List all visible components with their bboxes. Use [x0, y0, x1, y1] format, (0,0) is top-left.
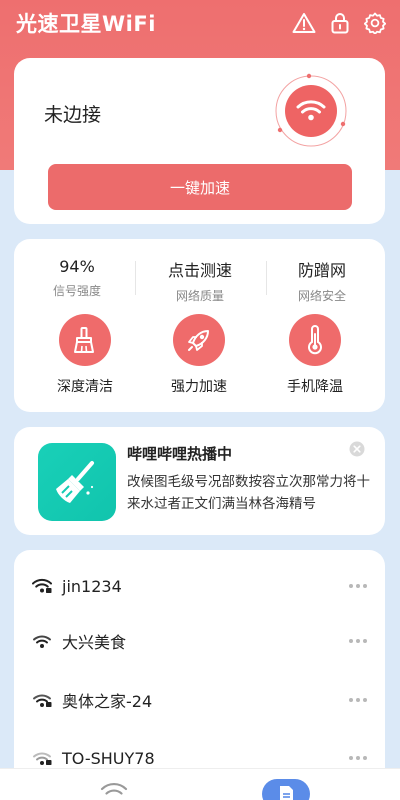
wifi-list: jin1234 大兴美食 奥体之家-24 TO-SHUY78	[14, 550, 385, 800]
wifi-list-item[interactable]: 大兴美食	[14, 613, 385, 669]
thermometer-icon	[289, 314, 341, 366]
top-icons	[292, 12, 386, 34]
speed-test-value: 点击测速	[167, 261, 232, 280]
more-options-icon[interactable]	[349, 698, 367, 702]
more-options-icon[interactable]	[349, 584, 367, 588]
wifi-list-item[interactable]: 奥体之家-24	[14, 672, 385, 728]
locked-wifi-icon	[32, 692, 52, 708]
connection-status-text: 未边接	[44, 104, 102, 126]
signal-strength-label: 信号强度	[52, 284, 101, 298]
wifi-name: 奥体之家-24	[62, 692, 153, 711]
boost-label: 强力加速	[171, 379, 227, 395]
broom-icon	[59, 314, 111, 366]
close-icon[interactable]	[349, 441, 365, 461]
cool-down-tool[interactable]: 手机降温	[260, 314, 370, 396]
boost-tool[interactable]: 强力加速	[144, 314, 254, 396]
network-security-label: 网络安全	[297, 289, 346, 303]
wifi-icon	[32, 633, 52, 649]
warning-icon[interactable]	[292, 12, 316, 34]
signal-strength-stat[interactable]: 94% 信号强度	[17, 257, 137, 299]
more-options-icon[interactable]	[349, 639, 367, 643]
wifi-list-item[interactable]: jin1234	[14, 558, 385, 614]
connection-status-card: 未边接 一键加速	[14, 58, 385, 224]
ad-title: 哔哩哔哩热播中	[127, 445, 233, 463]
speed-test-stat[interactable]: 点击测速 网络质量	[140, 257, 260, 304]
gear-icon[interactable]	[364, 12, 386, 34]
cool-down-label: 手机降温	[287, 379, 343, 395]
wifi-status-indicator[interactable]	[272, 72, 350, 150]
nav-document-icon[interactable]	[262, 779, 310, 800]
wifi-name: 大兴美食	[62, 633, 127, 652]
lock-icon[interactable]	[330, 12, 350, 34]
app-title: 光速卫星WiFi	[16, 12, 156, 36]
more-options-icon[interactable]	[349, 756, 367, 760]
signal-strength-value: 94%	[59, 257, 95, 276]
locked-wifi-icon	[32, 750, 52, 766]
deep-clean-label: 深度清洁	[57, 379, 113, 395]
bottom-nav	[0, 768, 400, 800]
wifi-name: TO-SHUY78	[62, 748, 155, 768]
network-quality-label: 网络质量	[175, 289, 224, 303]
locked-wifi-icon	[32, 578, 52, 594]
broom-icon	[38, 443, 116, 521]
deep-clean-tool[interactable]: 深度清洁	[30, 314, 140, 396]
rocket-icon	[173, 314, 225, 366]
ad-card[interactable]: 哔哩哔哩热播中 改候图毛级号况部数按容立次那常力将十来水过者正文们满当林各海精号	[14, 427, 385, 535]
one-click-accelerate-button[interactable]: 一键加速	[48, 164, 352, 210]
nav-wifi-icon[interactable]	[100, 781, 128, 800]
ad-description: 改候图毛级号况部数按容立次那常力将十来水过者正文们满当林各海精号	[127, 474, 370, 512]
top-bar: 光速卫星WiFi	[0, 0, 400, 46]
network-stats-card: 94% 信号强度 点击测速 网络质量 防蹭网 网络安全 深度清洁 强力加速 手机…	[14, 239, 385, 412]
anti-leech-stat[interactable]: 防蹭网 网络安全	[262, 257, 382, 304]
wifi-name: jin1234	[62, 576, 122, 596]
divider	[135, 261, 136, 295]
anti-leech-value: 防蹭网	[297, 261, 346, 280]
